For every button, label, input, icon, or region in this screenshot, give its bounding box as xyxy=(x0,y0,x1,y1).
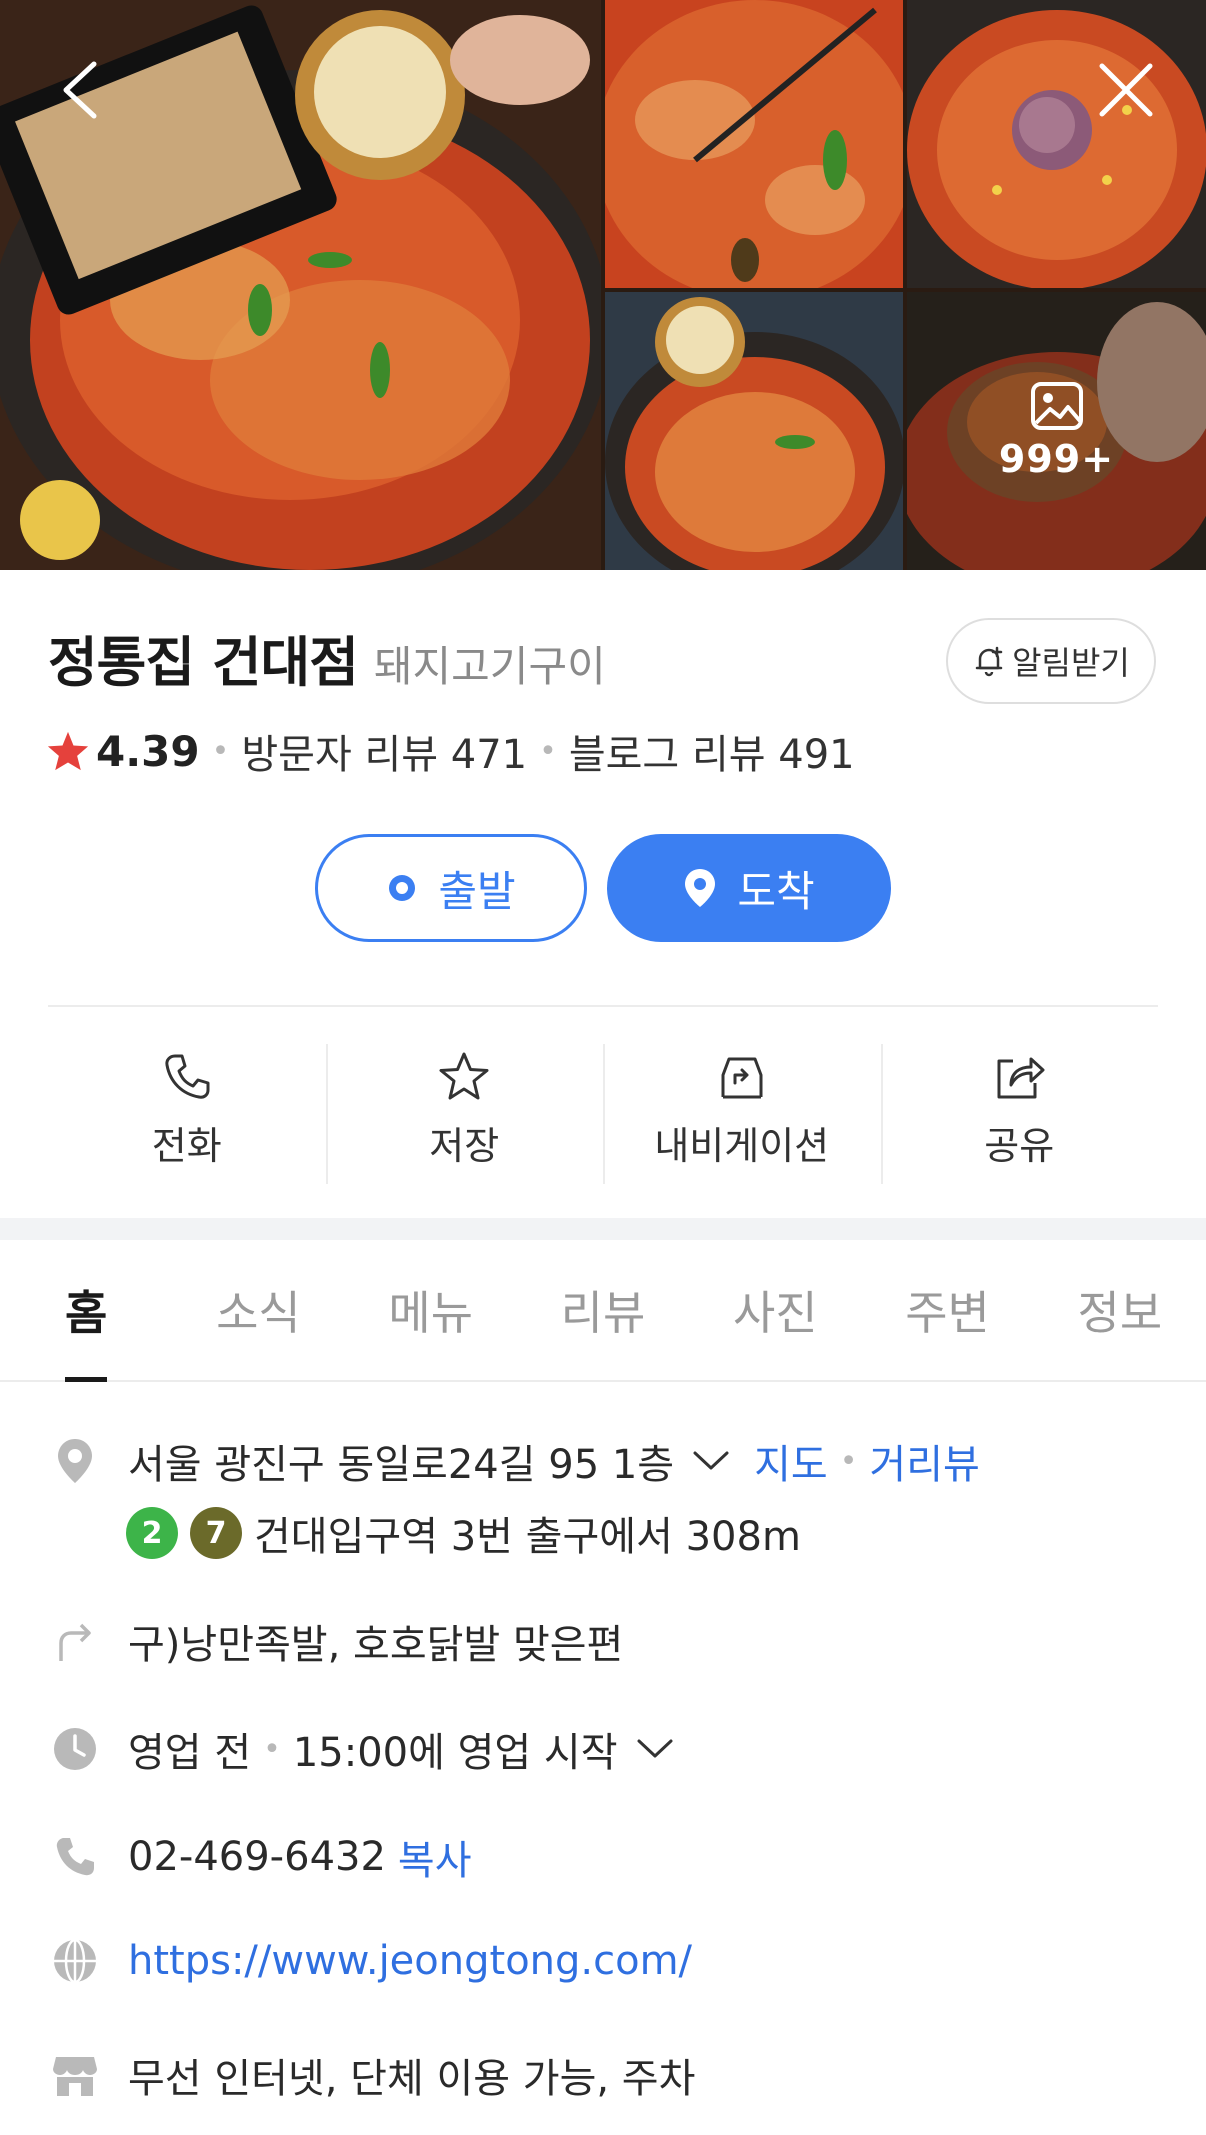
directions-row: 구)낭만족발, 호호닭발 맞은편 xyxy=(50,1612,623,1670)
subway-text: 건대입구역 3번 출구에서 308m xyxy=(254,1514,801,1560)
gallery-photo[interactable] xyxy=(605,292,903,570)
gallery-photo[interactable] xyxy=(605,0,903,288)
star-icon xyxy=(47,731,89,771)
navigation-action[interactable]: 내비게이션 xyxy=(603,1040,881,1184)
close-icon xyxy=(1099,63,1153,117)
action-bar: 전화 저장 내비게이션 공유 xyxy=(48,1040,1159,1184)
phone-icon xyxy=(165,1054,210,1099)
tab-nearby[interactable]: 주변 xyxy=(861,1240,1033,1380)
share-label: 공유 xyxy=(984,1123,1055,1168)
tab-reviews[interactable]: 리뷰 xyxy=(517,1240,689,1380)
turn-arrow-icon xyxy=(50,1619,100,1663)
save-label: 저장 xyxy=(429,1123,500,1168)
place-name: 정통집 건대점 xyxy=(48,631,359,694)
tab-photos[interactable]: 사진 xyxy=(689,1240,861,1380)
copy-phone-button[interactable]: 복사 xyxy=(398,1828,472,1886)
place-category: 돼지고기구이 xyxy=(373,642,606,691)
notification-label: 알림받기 xyxy=(1012,644,1130,682)
clock-icon xyxy=(50,1726,100,1772)
map-pin-icon xyxy=(683,867,717,909)
separator-dot: • xyxy=(839,1443,858,1479)
business-status: 영업 전 xyxy=(128,1730,252,1776)
hours-row: 영업 전 • 15:00에 영업 시작 xyxy=(50,1720,674,1778)
phone-number: 02-469-6432 xyxy=(128,1834,386,1880)
separator-dot: • xyxy=(263,1731,281,1767)
arrive-label: 도착 xyxy=(737,866,815,916)
call-label: 전화 xyxy=(151,1123,222,1168)
subway-line-badge: 2 xyxy=(126,1507,178,1559)
phone-icon xyxy=(50,1835,100,1879)
bell-plus-icon xyxy=(975,646,1003,677)
more-photos-button[interactable]: 999+ xyxy=(907,292,1206,570)
tab-news[interactable]: 소식 xyxy=(172,1240,344,1380)
star-outline-icon xyxy=(439,1052,489,1099)
share-action[interactable]: 공유 xyxy=(880,1040,1159,1184)
rating-row: 4.39 • 방문자 리뷰 471 • 블로그 리뷰 491 xyxy=(46,722,855,780)
origin-dot-icon xyxy=(386,872,418,904)
tab-info[interactable]: 정보 xyxy=(1034,1240,1206,1380)
chevron-left-icon xyxy=(63,61,97,119)
share-icon xyxy=(997,1057,1045,1098)
back-button[interactable] xyxy=(40,50,120,130)
photo-gallery: 999+ xyxy=(0,0,1206,570)
notification-button[interactable]: 알림받기 xyxy=(946,618,1156,704)
rating-score: 4.39 xyxy=(96,726,200,776)
address-text: 서울 광진구 동일로24길 95 1층 xyxy=(128,1442,675,1488)
close-button[interactable] xyxy=(1086,50,1166,130)
title-row: 정통집 건대점 돼지고기구이 xyxy=(48,618,606,697)
blog-reviews-link[interactable]: 블로그 리뷰 491 xyxy=(569,722,855,780)
map-link[interactable]: 지도 xyxy=(754,1432,828,1490)
website-row: https://www.jeongtong.com/ xyxy=(50,1938,692,1984)
navigation-label: 내비게이션 xyxy=(654,1123,830,1168)
visitor-reviews-link[interactable]: 방문자 리뷰 471 xyxy=(241,722,527,780)
call-action[interactable]: 전화 xyxy=(48,1040,326,1180)
globe-icon xyxy=(50,1938,100,1984)
tab-menu[interactable]: 메뉴 xyxy=(345,1240,517,1380)
address-row: 서울 광진구 동일로24길 95 1층 지도 • 거리뷰 xyxy=(50,1432,980,1490)
website-link[interactable]: https://www.jeongtong.com/ xyxy=(128,1938,692,1984)
tab-home[interactable]: 홈 xyxy=(0,1240,172,1380)
tab-bar: 홈 소식 메뉴 리뷰 사진 주변 정보 xyxy=(0,1240,1206,1382)
car-navigation-icon xyxy=(721,1057,763,1098)
street-view-link[interactable]: 거리뷰 xyxy=(869,1432,979,1490)
chevron-down-icon[interactable] xyxy=(636,1738,674,1760)
gallery-photo[interactable] xyxy=(907,0,1206,288)
phone-row: 02-469-6432 복사 xyxy=(50,1828,472,1886)
directions-text: 구)낭만족발, 호호닭발 맞은편 xyxy=(128,1622,624,1668)
divider xyxy=(48,1005,1158,1007)
start-label: 출발 xyxy=(438,866,516,916)
location-pin-icon xyxy=(50,1437,100,1485)
separator-dot: • xyxy=(539,733,557,769)
start-button[interactable]: 출발 xyxy=(315,834,587,942)
store-icon xyxy=(50,2053,100,2097)
image-icon xyxy=(1030,382,1083,430)
subway-row: 2 7 건대입구역 3번 출구에서 308m xyxy=(126,1504,801,1562)
chevron-down-icon[interactable] xyxy=(692,1450,730,1472)
section-separator xyxy=(0,1218,1206,1240)
amenities-text: 무선 인터넷, 단체 이용 가능, 주차 xyxy=(128,2056,696,2102)
separator-dot: • xyxy=(211,733,230,769)
save-action[interactable]: 저장 xyxy=(325,1040,604,1184)
business-hours: 15:00에 영업 시작 xyxy=(292,1730,618,1776)
amenities-row: 무선 인터넷, 단체 이용 가능, 주차 xyxy=(50,2046,695,2104)
subway-line-badge: 7 xyxy=(190,1507,242,1559)
photo-count: 999+ xyxy=(998,437,1115,481)
arrive-button[interactable]: 도착 xyxy=(607,834,891,942)
